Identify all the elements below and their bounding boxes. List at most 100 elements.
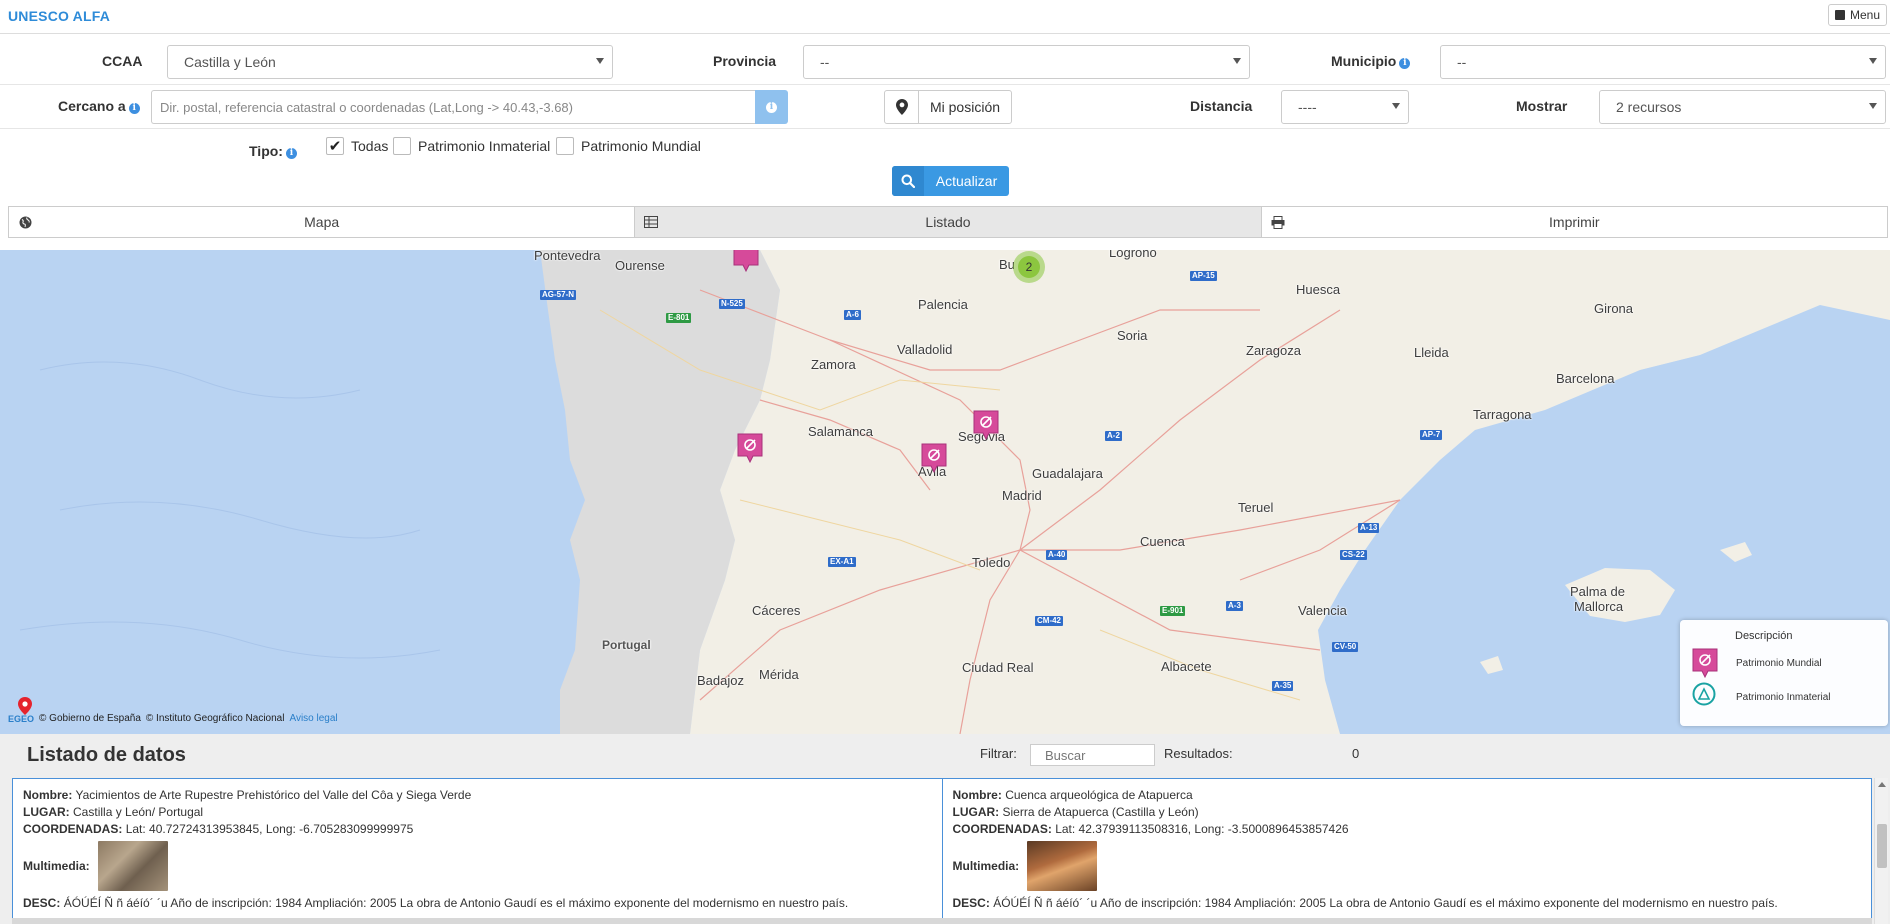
chevron-down-icon [1392,103,1400,109]
checkbox[interactable] [556,137,574,155]
info-icon[interactable]: i [128,103,140,114]
road-shield: N-525 [719,299,745,309]
city-label: Ourense [615,258,665,273]
field-label: Multimedia: [952,858,1020,873]
list-item[interactable]: Nombre: Yacimientos de Arte Rupestre Pre… [13,779,943,923]
road-shield: E-801 [666,313,692,323]
tab-imprimir-label: Imprimir [1549,214,1600,230]
municipio-label: Municipio i [1331,53,1411,69]
mostrar-select[interactable]: 2 recursos [1599,90,1886,124]
road-shield: CV-50 [1332,642,1359,652]
multimedia-thumbnail[interactable] [1027,841,1098,891]
attribution-ign: © Instituto Geográfico Nacional [145,713,285,724]
address-info-button[interactable]: i [755,90,788,124]
view-tabs: Mapa Listado Imprimir [8,206,1888,238]
city-label: Zaragoza [1246,343,1301,358]
address-input[interactable]: Dir. postal, referencia catastral o coor… [151,90,755,124]
road-shield: CM-42 [1035,616,1064,626]
provincia-select[interactable]: -- [803,45,1250,79]
city-label: Teruel [1238,500,1274,515]
map-view[interactable]: Pontevedra Ourense Logroño Huesca Girona… [0,250,1890,734]
tipo-mundial-option[interactable]: Patrimonio Mundial [556,136,701,156]
municipio-select[interactable]: -- [1440,45,1886,79]
road-shield: A-6 [844,310,861,320]
city-label: Cuenca [1140,534,1185,549]
info-icon[interactable]: i [285,148,297,159]
road-shield: CS-22 [1340,550,1367,560]
field-label: Nombre: [952,788,1002,802]
map-marker-icon [885,91,919,123]
tab-mapa-label: Mapa [304,214,340,230]
table-icon [635,207,667,237]
map-attribution: EGEO © Gobierno de España © Instituto Ge… [8,713,338,724]
app-title[interactable]: UNESCO ALFA [8,8,110,24]
map-legend: Descripción Patrimonio Mundial Patrimoni… [1680,620,1888,726]
city-label: Huesca [1296,282,1341,297]
field-label: COORDENADAS: [952,822,1052,836]
patrimonio-mundial-marker[interactable] [921,443,947,473]
data-list-section: Listado de datos Filtrar: Buscar Resulta… [0,734,1890,924]
chevron-down-icon [596,58,604,64]
list-title: Listado de datos [27,744,186,766]
city-label: Soria [1117,328,1148,343]
city-label: Salamanca [808,424,874,439]
item-desc: ÁÓÚÉÍ Ñ ñ áéíó´ ´u Año de inscripción: 1… [63,896,849,910]
tipo-todas-option[interactable]: ✔ Todas [326,136,388,156]
vertical-scrollbar[interactable] [1874,778,1888,924]
road-shield: A-13 [1358,523,1380,533]
city-label: Valladolid [897,342,953,357]
my-position-label: Mi posición [929,99,1001,115]
tipo-inmaterial-option[interactable]: Patrimonio Inmaterial [393,136,550,156]
my-position-button[interactable]: Mi posición [884,90,1012,124]
results-count: 0 [1352,746,1360,761]
item-nombre: Yacimientos de Arte Rupestre Prehistóric… [75,788,472,802]
scroll-up-icon[interactable] [1878,782,1886,787]
item-coords: Lat: 42.37939113508316, Long: -3.5000896… [1055,822,1349,836]
multimedia-thumbnail[interactable] [97,841,168,891]
menu-button[interactable]: Menu [1827,4,1887,26]
top-bar: UNESCO ALFA Menu [0,0,1890,34]
field-label: COORDENADAS: [23,822,123,836]
checkbox[interactable] [393,137,411,155]
road-shield: AP-15 [1190,271,1217,281]
road-shield: A-35 [1272,681,1294,691]
info-icon[interactable]: i [1399,58,1411,69]
ccaa-value: Castilla y León [184,54,276,70]
city-label: Zamora [811,357,856,372]
list-item[interactable]: Nombre: Cuenca arqueológica de Atapuerca… [943,779,1872,923]
city-label: Lleida [1414,345,1449,360]
distancia-select[interactable]: ---- [1281,90,1409,124]
road-shield: A-3 [1226,601,1243,611]
checkbox-checked[interactable]: ✔ [326,137,344,155]
city-label: Pontevedra [534,250,601,263]
patrimonio-inmaterial-icon [1692,682,1722,712]
field-label: LUGAR: [23,805,70,819]
filter-input[interactable]: Buscar [1030,744,1155,766]
city-label: Toledo [972,555,1011,570]
tipo-label-text: Tipo: [249,143,283,159]
ccaa-select[interactable]: Castilla y León [167,45,613,79]
map-pin-icon [18,697,32,715]
menu-icon [1834,10,1845,20]
menu-label: Menu [1849,8,1880,22]
patrimonio-mundial-marker[interactable] [973,410,999,440]
scrollbar-thumb[interactable] [1877,824,1887,868]
patrimonio-mundial-marker[interactable] [737,433,763,463]
road-shield: AP-7 [1420,430,1443,440]
item-lugar: Sierra de Atapuerca (Castilla y León) [1002,805,1199,819]
map-base-layer [19,250,1890,734]
tab-listado[interactable]: Listado [634,206,1262,238]
tab-mapa[interactable]: Mapa [8,206,636,238]
update-button[interactable]: Actualizar [892,166,1009,196]
legal-link[interactable]: Aviso legal [289,713,337,724]
field-label: DESC: [952,896,990,910]
item-nombre: Cuenca arqueológica de Atapuerca [1005,788,1193,802]
legend-item: Patrimonio Inmaterial [1692,682,1830,712]
patrimonio-mundial-icon [1692,648,1722,678]
city-label: Mallorca [1574,599,1624,614]
tab-imprimir[interactable]: Imprimir [1260,206,1888,238]
road-shield: A-2 [1105,431,1122,441]
patrimonio-mundial-marker[interactable] [733,250,759,272]
horizontal-scrollbar[interactable] [12,918,1872,924]
marker-cluster[interactable]: 2 [1013,251,1045,283]
